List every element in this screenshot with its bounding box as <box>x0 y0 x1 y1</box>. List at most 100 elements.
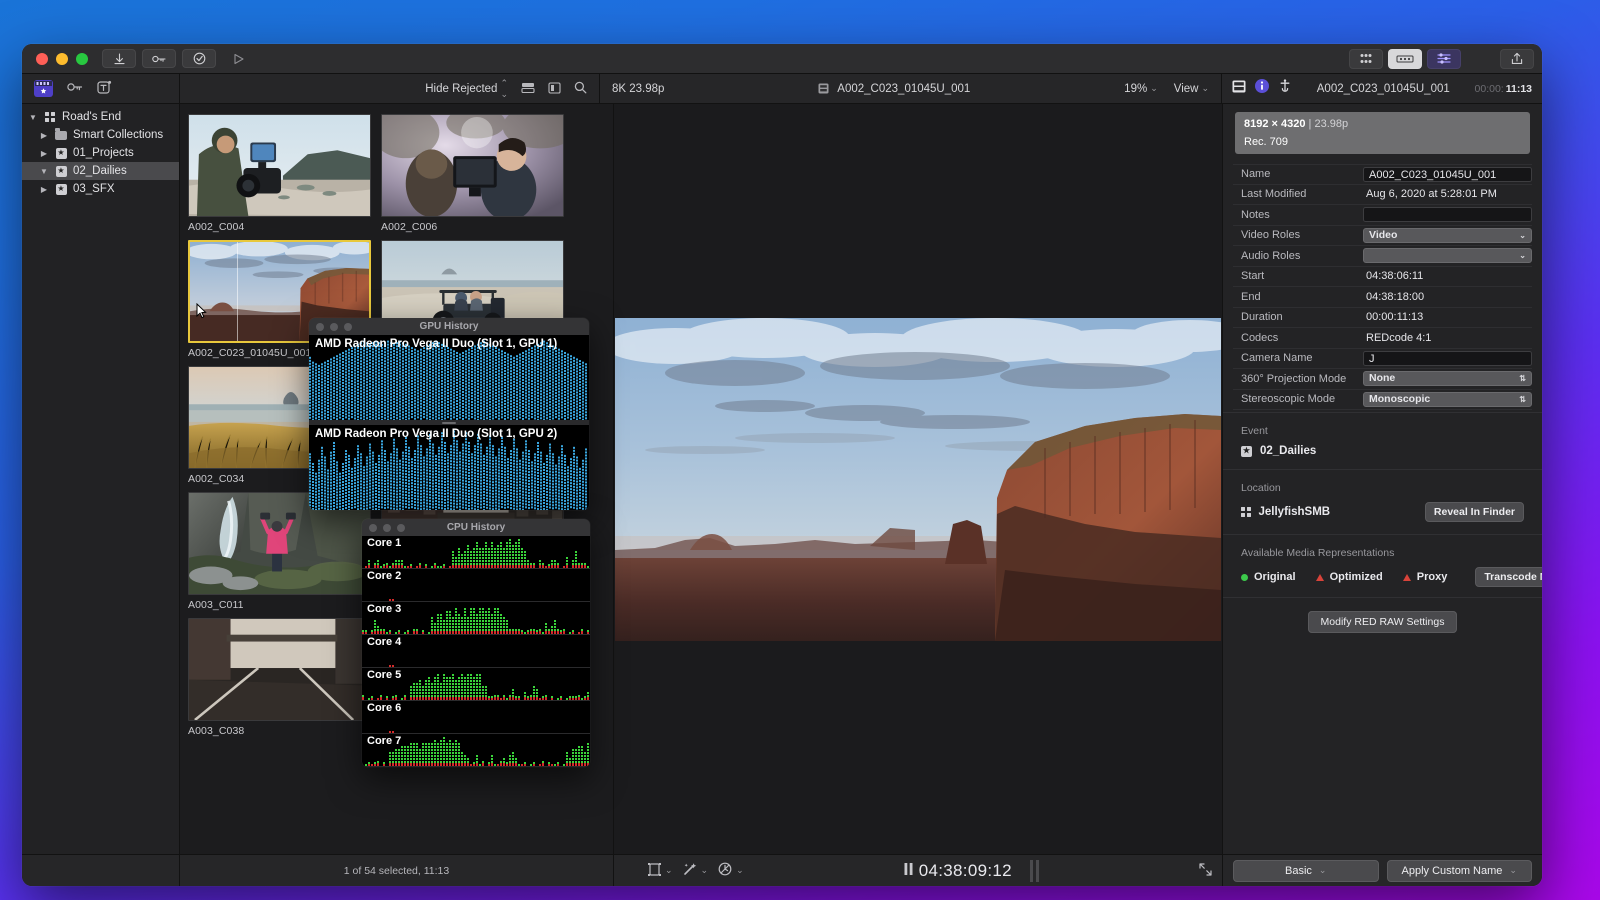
import-media-icon[interactable] <box>102 49 136 68</box>
browser-view-toggle-icon[interactable] <box>1349 48 1383 69</box>
cpu-minimize-icon[interactable] <box>383 523 391 532</box>
chevron-down-icon[interactable]: ⌄ <box>736 865 744 876</box>
clip-thumbnail-beach-camera-operator[interactable] <box>188 114 371 217</box>
gpu-close-icon[interactable] <box>316 322 324 331</box>
chevron-down-icon[interactable]: ⌄ <box>1150 83 1158 94</box>
disclosure-right-icon[interactable]: ▶ <box>39 149 49 158</box>
clip-item[interactable]: A002_C004 <box>188 114 371 233</box>
libraries-sidebar[interactable]: ▼ Road's End ▶ Smart Collections ▶ ★ 01_Projec… <box>22 104 180 854</box>
video-inspector-icon[interactable] <box>1232 80 1246 98</box>
gpu-minimize-icon[interactable] <box>330 322 338 331</box>
metadata-stepper-menu[interactable]: Monoscopic ⇅ <box>1363 391 1532 407</box>
gpu-history-window[interactable]: GPU History AMD Radeon Pro Vega II Duo (… <box>309 318 589 510</box>
share-inspector-icon[interactable] <box>1278 79 1292 98</box>
metadata-row-duration[interactable]: Duration 00:00:11:13 <box>1233 308 1532 328</box>
playback-controls[interactable]: ⌄ ⌄ ⌄ 04:38:09:12 <box>614 855 1222 886</box>
close-window-button[interactable] <box>36 52 48 65</box>
metadata-row-last-modified[interactable]: Last Modified Aug 6, 2020 at 5:28:01 PM <box>1233 185 1532 205</box>
disclosure-down-icon[interactable]: ▼ <box>39 167 49 176</box>
metadata-text-input[interactable]: J <box>1363 350 1532 366</box>
viewer-view-menu[interactable]: View <box>1174 83 1199 95</box>
group-clips-icon[interactable] <box>548 81 561 97</box>
gpu-window-titlebar[interactable]: GPU History <box>309 318 589 335</box>
metadata-row-name[interactable]: Name A002_C023_01045U_001 <box>1233 164 1532 185</box>
chevron-down-icon[interactable]: ⌄ <box>701 865 709 876</box>
chevron-down-icon[interactable]: ⌄ <box>1519 228 1526 243</box>
inspector-footer[interactable]: Basic ⌄ Apply Custom Name ⌄ <box>1222 855 1542 886</box>
sidebar-item-01-projects[interactable]: ▶ ★ 01_Projects <box>22 144 179 162</box>
cpu-close-icon[interactable] <box>369 523 377 532</box>
play-share-icon[interactable] <box>222 49 256 68</box>
view-toggle-group[interactable] <box>1349 48 1534 69</box>
metadata-row-360-projection-mode[interactable]: 360° Projection Mode None ⇅ <box>1233 369 1532 390</box>
chevron-updown-icon[interactable]: ⌃ ⌄ <box>500 78 508 100</box>
reveal-in-finder-button[interactable]: Reveal In Finder <box>1424 502 1524 522</box>
timeline-view-toggle-icon[interactable] <box>1388 48 1422 69</box>
chevron-down-icon[interactable]: ⌄ <box>665 865 673 876</box>
fullscreen-icon[interactable] <box>1199 862 1212 879</box>
apply-custom-name-button[interactable]: Apply Custom Name ⌄ <box>1386 859 1532 882</box>
transcode-media-button[interactable]: Transcode Media… <box>1475 567 1542 587</box>
disclosure-right-icon[interactable]: ▶ <box>39 185 49 194</box>
metadata-row-stereoscopic-mode[interactable]: Stereoscopic Mode Monoscopic ⇅ <box>1233 390 1532 410</box>
clip-appearance-icon[interactable] <box>521 81 535 97</box>
metadata-view-selector[interactable]: Basic ⌄ <box>1233 859 1379 882</box>
clip-thumbnail-backlit-monitor-crew[interactable] <box>381 114 564 217</box>
metadata-row-notes[interactable]: Notes <box>1233 205 1532 226</box>
search-icon[interactable] <box>574 81 587 97</box>
metadata-row-audio-roles[interactable]: Audio Roles ⌄ <box>1233 246 1532 267</box>
cpu-history-window[interactable]: CPU History Core 1 Core 2 Core 3 Core 4 Core… <box>362 519 590 767</box>
sidebar-item-smart-collections[interactable]: ▶ Smart Collections <box>22 126 179 144</box>
inspector-view-toggle-icon[interactable] <box>1427 48 1461 69</box>
enhancements-icon[interactable] <box>683 862 697 879</box>
metadata-row-camera-name[interactable]: Camera Name J <box>1233 349 1532 369</box>
playhead-timecode[interactable]: 04:38:09:12 <box>919 861 1012 881</box>
viewer-pane[interactable] <box>614 104 1222 854</box>
disclosure-down-icon[interactable]: ▼ <box>28 113 38 122</box>
metadata-text-input[interactable] <box>1363 207 1532 223</box>
cpu-traffic-lights[interactable] <box>369 523 405 532</box>
clip-item[interactable]: A002_C006 <box>381 114 564 233</box>
chevron-updown-icon[interactable]: ⇅ <box>1519 392 1526 407</box>
gpu-traffic-lights[interactable] <box>316 322 352 331</box>
transform-icon[interactable] <box>648 862 661 879</box>
metadata-popup-menu[interactable]: ⌄ <box>1363 248 1532 264</box>
metadata-stepper-menu[interactable]: None ⇅ <box>1363 371 1532 387</box>
minimize-window-button[interactable] <box>56 52 68 65</box>
chevron-down-icon[interactable]: ⌄ <box>1201 83 1209 94</box>
modify-red-raw-settings-button[interactable]: Modify RED RAW Settings <box>1307 611 1458 633</box>
hide-rejected-filter[interactable]: Hide Rejected <box>425 83 497 95</box>
keyword-tool-icon[interactable] <box>67 80 83 97</box>
info-inspector-icon[interactable] <box>1255 79 1269 98</box>
metadata-row-video-roles[interactable]: Video Roles Video ⌄ <box>1233 226 1532 246</box>
keyword-editor-icon[interactable] <box>142 49 176 68</box>
metadata-row-start[interactable]: Start 04:38:06:11 <box>1233 267 1532 287</box>
background-tasks-icon[interactable] <box>182 49 216 68</box>
viewer-source-icon[interactable] <box>818 81 829 97</box>
gpu-zoom-icon[interactable] <box>344 322 352 331</box>
zoom-window-button[interactable] <box>76 52 88 65</box>
traffic-lights[interactable] <box>30 52 102 65</box>
sidebar-item-road-s-end[interactable]: ▼ Road's End <box>22 108 179 126</box>
retime-icon[interactable] <box>718 862 732 879</box>
metadata-popup-menu[interactable]: Video ⌄ <box>1363 227 1532 243</box>
chevron-down-icon[interactable]: ⌄ <box>1519 248 1526 263</box>
clip-item[interactable]: A003_C038 <box>188 618 371 737</box>
sidebar-item-03-sfx[interactable]: ▶ ★ 03_SFX <box>22 180 179 198</box>
cpu-zoom-icon[interactable] <box>397 523 405 532</box>
metadata-row-end[interactable]: End 04:38:18:00 <box>1233 287 1532 308</box>
sidebar-item-02-dailies[interactable]: ▼ ★ 02_Dailies <box>22 162 179 180</box>
cpu-window-titlebar[interactable]: CPU History <box>362 519 590 536</box>
share-export-icon[interactable] <box>1500 48 1534 69</box>
text-keyword-icon[interactable] <box>97 80 112 98</box>
chevron-updown-icon[interactable]: ⇅ <box>1519 371 1526 386</box>
metadata-row-codecs[interactable]: Codecs REDcode 4:1 <box>1233 328 1532 349</box>
metadata-text-input[interactable]: A002_C023_01045U_001 <box>1363 166 1532 182</box>
info-inspector[interactable]: 8192 × 4320 | 23.98p Rec. 709 Name A002_C… <box>1222 104 1542 854</box>
pause-icon[interactable] <box>904 862 913 880</box>
metadata-field-list[interactable]: Name A002_C023_01045U_001 Last Modified Aug… <box>1233 164 1532 410</box>
event-name[interactable]: 02_Dailies <box>1260 445 1316 457</box>
viewer-zoom-level[interactable]: 19% <box>1124 83 1147 95</box>
disclosure-right-icon[interactable]: ▶ <box>39 131 49 140</box>
clip-thumbnail-railroad-tracks-wide[interactable] <box>188 618 371 721</box>
